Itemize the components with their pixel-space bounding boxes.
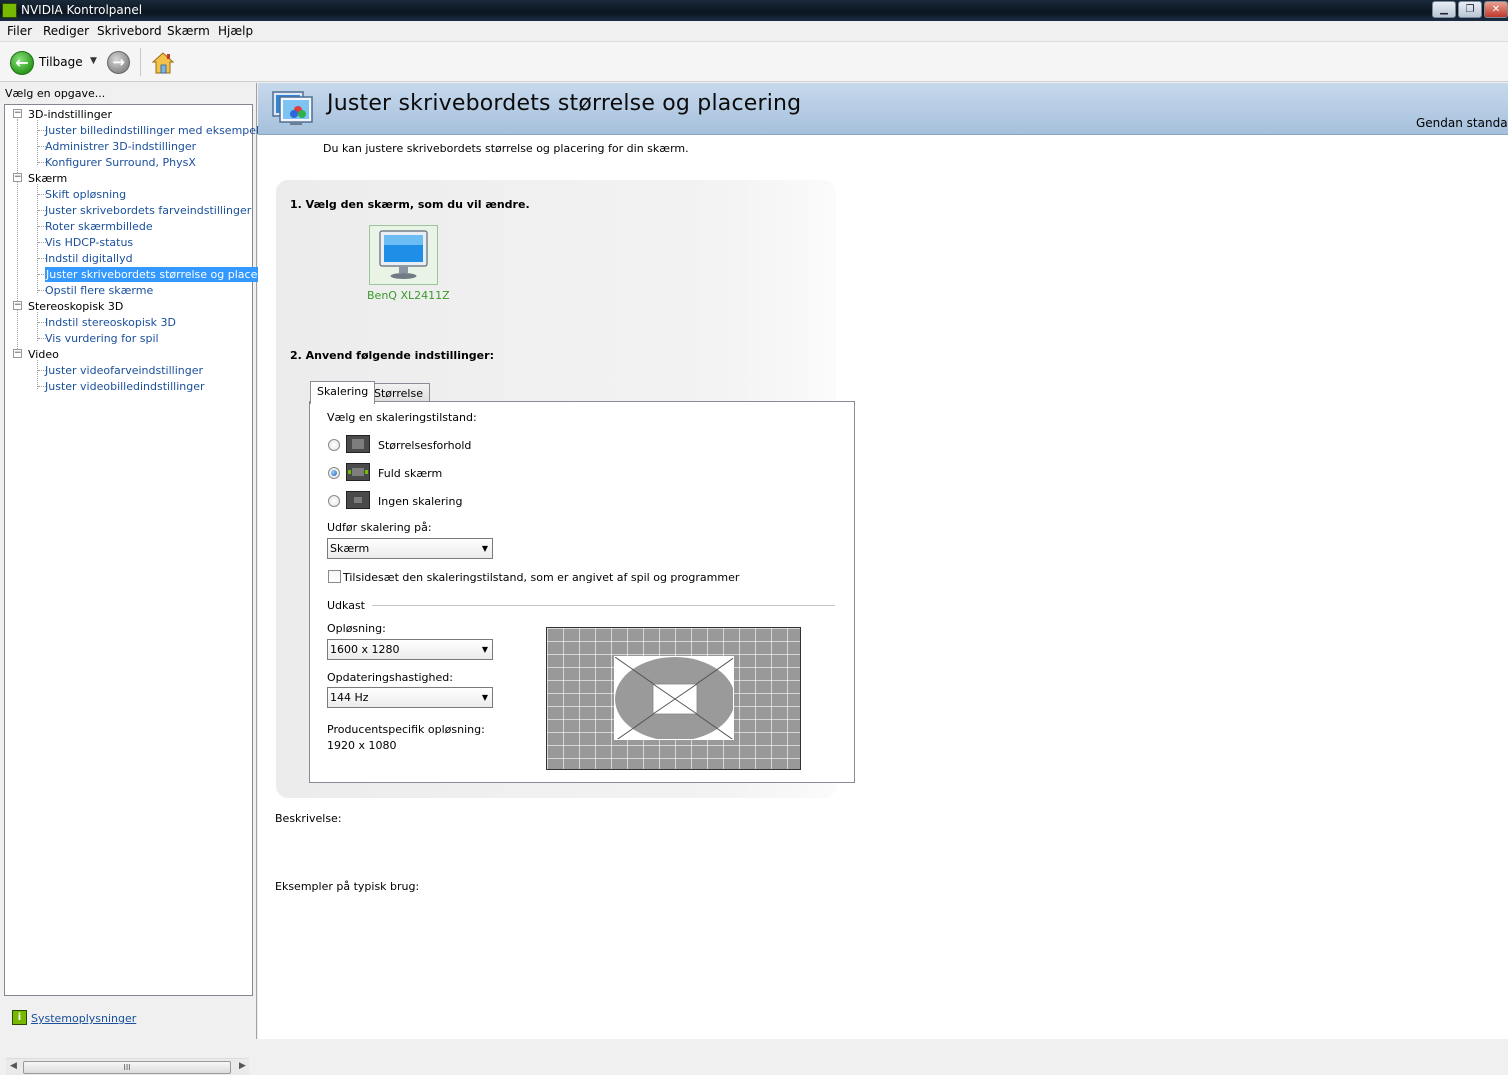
description-label: Beskrivelse: [275, 812, 342, 825]
tree-line [37, 184, 38, 293]
native-resolution-label: Producentspecifik opløsning: [327, 723, 485, 736]
tree-item-setup-stereoscopic[interactable]: Indstil stereoskopisk 3D [45, 315, 176, 330]
title-bar: NVIDIA Kontrolpanel ▁ ❐ ✕ [0, 0, 1508, 21]
perform-scaling-select[interactable]: Skærm ▼ [327, 538, 493, 559]
preview-section-heading: Udkast [327, 599, 365, 612]
tree-group-3d-settings[interactable]: 3D-indstillinger [28, 107, 112, 122]
tree-item-configure-surround[interactable]: Konfigurer Surround, PhysX [45, 155, 196, 170]
toolbar: ← Tilbage ▼ → [0, 42, 1508, 82]
collapse-icon[interactable]: − [13, 301, 22, 310]
tree-item-change-resolution[interactable]: Skift opløsning [45, 187, 126, 202]
tree-line [17, 119, 18, 357]
nvidia-app-icon [2, 3, 17, 18]
refresh-rate-label: Opdateringshastighed: [327, 671, 453, 684]
tree-group-display[interactable]: Skærm [28, 171, 67, 186]
chevron-down-icon: ▼ [481, 544, 488, 553]
tree-item-desktop-size-position[interactable]: Juster skrivebordets størrelse og placer… [45, 267, 280, 282]
restore-defaults-link[interactable]: Gendan standard [1416, 116, 1508, 130]
aspect-ratio-label[interactable]: Størrelsesforhold [378, 439, 471, 452]
tree-item-multiple-displays[interactable]: Opstil flere skærme [45, 283, 153, 298]
system-info-icon[interactable]: i [12, 1010, 27, 1025]
back-history-dropdown-icon[interactable]: ▼ [90, 56, 97, 66]
page-intro: Du kan justere skrivebordets størrelse o… [323, 142, 689, 155]
refresh-rate-value: 144 Hz [330, 691, 369, 704]
collapse-icon[interactable]: − [13, 109, 22, 118]
section-divider [372, 605, 835, 606]
system-info-link[interactable]: Systemoplysninger [31, 1012, 136, 1025]
tree-item-rotate-display[interactable]: Roter skærmbillede [45, 219, 153, 234]
back-button-label[interactable]: Tilbage [39, 55, 83, 69]
maximize-button[interactable]: ❐ [1458, 1, 1482, 18]
step2-heading: 2. Anvend følgende indstillinger: [290, 349, 494, 362]
tree-item-digital-audio[interactable]: Indstil digitallyd [45, 251, 133, 266]
menu-help[interactable]: Hjælp [218, 24, 253, 38]
page-title: Juster skrivebordets størrelse og placer… [327, 91, 802, 116]
minimize-button[interactable]: ▁ [1432, 1, 1456, 18]
display-settings-icon [270, 88, 318, 128]
radio-full-screen[interactable] [328, 467, 340, 479]
menu-file[interactable]: Filer [7, 24, 32, 38]
menu-desktop[interactable]: Skrivebord [97, 24, 162, 38]
override-scaling-label[interactable]: Tilsidesæt den skaleringstilstand, som e… [343, 571, 739, 584]
no-scaling-icon [346, 491, 370, 509]
monitor-selector[interactable] [369, 225, 438, 285]
tree-item-game-ratings[interactable]: Vis vurdering for spil [45, 331, 159, 346]
tree-item-video-color[interactable]: Juster videofarveindstillinger [45, 363, 203, 378]
override-scaling-checkbox[interactable] [328, 570, 341, 583]
perform-scaling-value: Skærm [330, 542, 370, 555]
tree-horizontal-scrollbar[interactable]: ◀ III ▶ [6, 1058, 249, 1075]
task-pane: Vælg en opgave... − 3D-indstillinger Jus… [0, 83, 280, 1075]
close-button[interactable]: ✕ [1484, 1, 1508, 18]
task-tree[interactable]: − 3D-indstillinger Juster billedindstill… [4, 104, 280, 996]
tree-line [37, 312, 38, 341]
chevron-down-icon: ▼ [481, 693, 488, 702]
tree-line [37, 360, 38, 389]
tree-group-stereoscopic-3d[interactable]: Stereoskopisk 3D [28, 299, 123, 314]
perform-scaling-label: Udfør skalering på: [327, 521, 432, 534]
collapse-icon[interactable]: − [13, 349, 22, 358]
chevron-down-icon: ▼ [481, 645, 488, 654]
menu-display[interactable]: Skærm [167, 24, 210, 38]
typical-usage-label: Eksempler på typisk brug: [275, 880, 420, 893]
menu-edit[interactable]: Rediger [43, 24, 89, 38]
back-arrow-icon[interactable]: ← [10, 51, 34, 75]
tree-line [37, 120, 38, 165]
refresh-rate-select[interactable]: 144 Hz ▼ [327, 687, 493, 708]
menu-bar: Filer Rediger Skrivebord Skærm Hjælp [0, 21, 1508, 42]
tree-group-video[interactable]: Video [28, 347, 59, 362]
full-screen-icon [346, 463, 370, 481]
full-screen-label[interactable]: Fuld skærm [378, 467, 442, 480]
resolution-value: 1600 x 1280 [330, 643, 400, 656]
tree-item-desktop-color[interactable]: Juster skrivebordets farveindstillinger [45, 203, 251, 218]
resolution-label: Opløsning: [327, 622, 386, 635]
step1-heading: 1. Vælg den skærm, som du vil ændre. [290, 198, 530, 211]
tree-item-adjust-image-settings[interactable]: Juster billedindstillinger med eksempel [45, 123, 259, 138]
monitor-icon [379, 230, 428, 279]
scroll-right-icon[interactable]: ▶ [239, 1061, 246, 1071]
resolution-select[interactable]: 1600 x 1280 ▼ [327, 639, 493, 660]
forward-arrow-icon[interactable]: → [107, 51, 130, 74]
tree-item-video-image[interactable]: Juster videobilledindstillinger [45, 379, 205, 394]
home-icon[interactable] [150, 50, 176, 76]
scaled-image-preview [614, 656, 734, 740]
task-pane-heading: Vælg en opgave... [5, 87, 106, 100]
window-title: NVIDIA Kontrolpanel [21, 3, 143, 17]
tree-item-hdcp-status[interactable]: Vis HDCP-status [45, 235, 133, 250]
scaling-mode-label: Vælg en skaleringstilstand: [327, 411, 477, 424]
tab-scaling[interactable]: Skalering [310, 381, 376, 404]
radio-no-scaling[interactable] [328, 495, 340, 507]
tree-item-manage-3d-settings[interactable]: Administrer 3D-indstillinger [45, 139, 196, 154]
monitor-name[interactable]: BenQ XL2411Z [367, 289, 450, 302]
scroll-left-icon[interactable]: ◀ [10, 1061, 17, 1071]
aspect-ratio-icon [346, 435, 370, 453]
toolbar-separator [140, 48, 141, 76]
collapse-icon[interactable]: − [13, 173, 22, 182]
scroll-thumb[interactable]: III [23, 1061, 231, 1074]
radio-aspect-ratio[interactable] [328, 439, 340, 451]
no-scaling-label[interactable]: Ingen skalering [378, 495, 462, 508]
native-resolution-value: 1920 x 1080 [327, 739, 397, 752]
